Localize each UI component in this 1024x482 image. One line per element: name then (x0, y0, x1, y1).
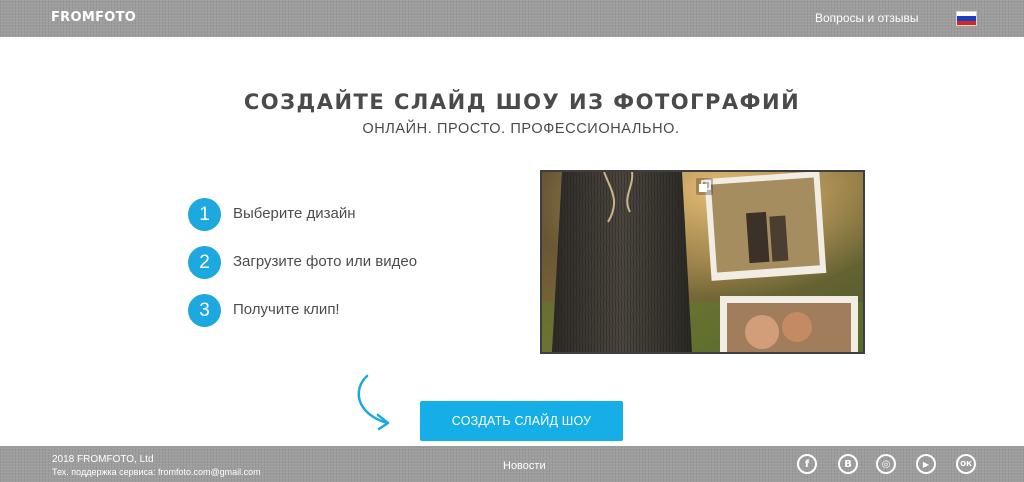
create-slideshow-button[interactable]: СОЗДАТЬ СЛАЙД ШОУ (420, 401, 623, 441)
instagram-icon[interactable]: ◎ (876, 454, 896, 474)
support-email: Тех. поддержка сервиса: fromfoto.com@gma… (52, 467, 261, 477)
news-link[interactable]: Новости (503, 460, 546, 472)
youtube-icon[interactable]: ▶ (916, 454, 936, 474)
odnoklassniki-icon[interactable]: ОК (956, 454, 976, 474)
flag-ru-icon[interactable] (956, 11, 977, 26)
logo[interactable]: FROMFOTO (51, 10, 136, 25)
preview-image (542, 172, 863, 352)
faq-link[interactable]: Вопросы и отзывы (815, 11, 919, 25)
step-number: 2 (188, 246, 221, 279)
copyright: 2018 FROMFOTO, Ltd (52, 454, 154, 465)
expand-icon[interactable] (696, 178, 713, 195)
page-title: СОЗДАЙТЕ СЛАЙД ШОУ ИЗ ФОТОГРАФИЙ (243, 90, 801, 114)
step-number: 1 (188, 198, 221, 231)
step-text: Загрузите фото или видео (233, 253, 418, 270)
footer: 2018 FROMFOTO, Ltd Тех. поддержка сервис… (0, 446, 1024, 482)
slideshow-preview[interactable] (540, 170, 865, 354)
vk-icon[interactable]: B (838, 454, 858, 474)
step-text: Получите клип! (233, 301, 340, 318)
step-number: 3 (188, 294, 221, 327)
top-bar: FROMFOTO Вопросы и отзывы (0, 0, 1024, 37)
facebook-icon[interactable]: f (797, 454, 817, 474)
curved-arrow-icon (357, 374, 390, 431)
step-text: Выберите дизайн (233, 205, 356, 222)
page-subtitle: ОНЛАЙН. ПРОСТО. ПРОФЕССИОНАЛЬНО. (362, 121, 680, 137)
